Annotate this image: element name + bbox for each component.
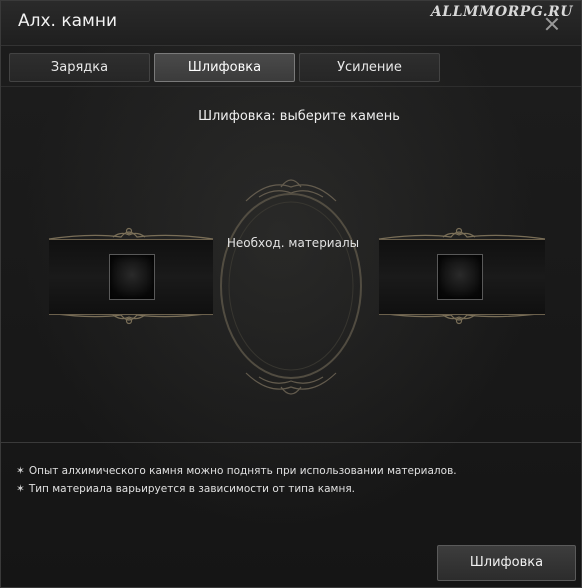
- star-icon: ✶: [16, 465, 25, 477]
- materials-label: Необход. материалы: [226, 236, 360, 250]
- material-slot[interactable]: [437, 254, 483, 300]
- note-item: ✶ Тип материала варьируется в зависимости…: [16, 483, 355, 495]
- left-slot-panel: [49, 239, 213, 315]
- right-slot-panel: [379, 239, 545, 315]
- alchemy-stones-window: Алх. камни ALLMMORPG.RU Зарядка Шлифовка…: [0, 0, 582, 588]
- note-text: Опыт алхимического камня можно поднять п…: [28, 465, 457, 477]
- note-item: ✶ Опыт алхимического камня можно поднять …: [16, 465, 457, 477]
- star-icon: ✶: [16, 483, 25, 495]
- notes-divider: [1, 442, 581, 443]
- ornament-frame: [48, 179, 546, 395]
- note-text: Тип материала варьируется в зависимости …: [28, 483, 355, 495]
- stone-slot[interactable]: [109, 254, 155, 300]
- polish-button[interactable]: Шлифовка: [437, 545, 576, 581]
